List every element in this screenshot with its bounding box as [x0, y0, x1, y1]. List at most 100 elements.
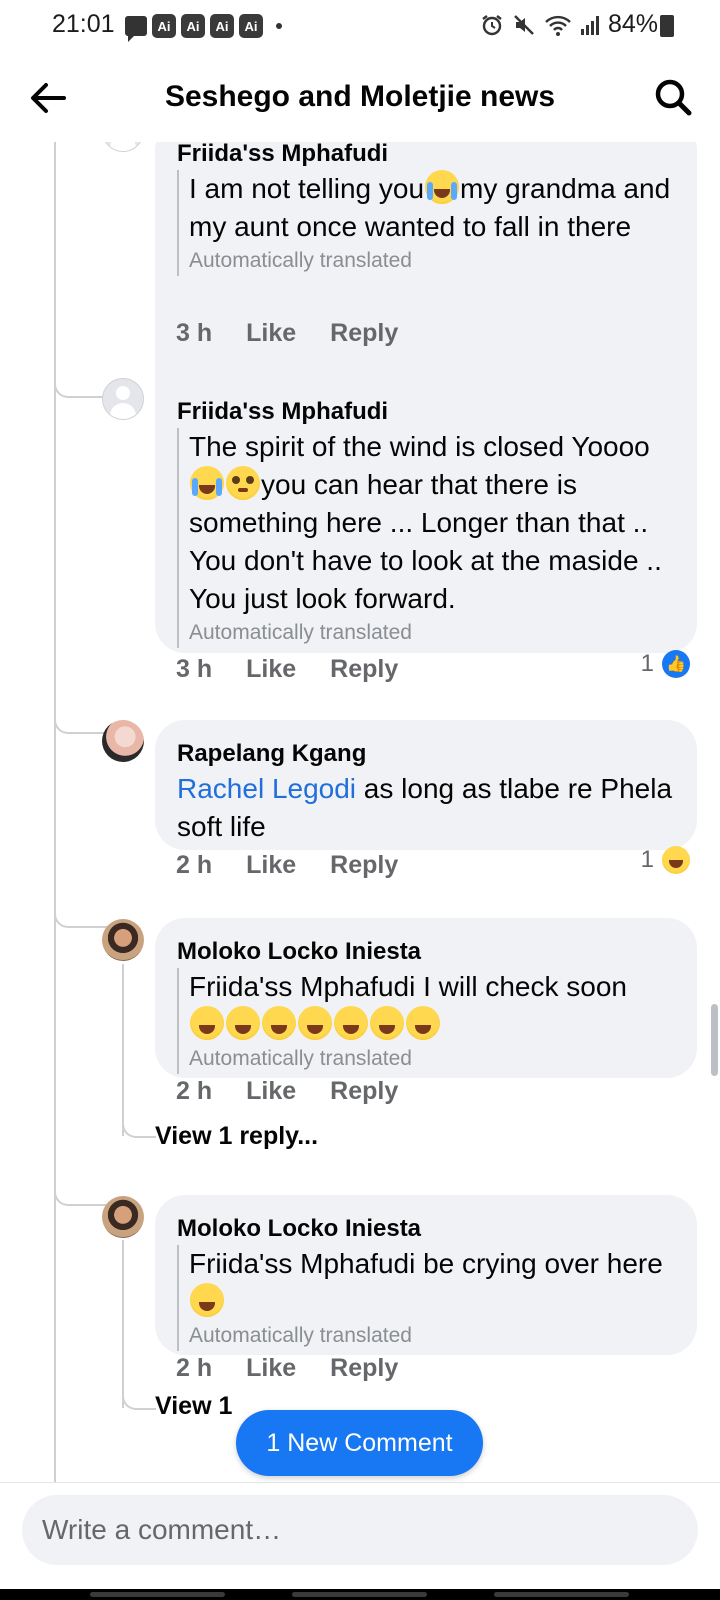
view-replies-link[interactable]: View 1 reply...	[155, 1122, 318, 1151]
page-title: Seshego and Moletjie news	[164, 80, 556, 113]
comment-bubble[interactable]: Rapelang Kgang Rachel Legodi as long as …	[155, 720, 697, 850]
rofl-emoji-icon	[190, 1283, 224, 1317]
status-time: 21:01	[52, 10, 115, 38]
comment-actions: 2 h Like Reply	[176, 848, 398, 882]
comment-text: The spirit of the wind is closed Yoooo yo…	[189, 428, 675, 618]
system-icons: 84%	[480, 10, 658, 39]
comment-text-part: Friida'ss Mphafudi be crying over here	[189, 1248, 663, 1279]
scrollbar-thumb[interactable]	[711, 1004, 718, 1076]
like-button[interactable]: Like	[246, 319, 296, 348]
comment-composer-bar	[0, 1482, 720, 1589]
comment-actions: 3 h Like Reply	[176, 652, 398, 686]
comment-author[interactable]: Friida'ss Mphafudi	[177, 142, 675, 170]
search-icon[interactable]	[652, 76, 694, 118]
laughing-emoji-icon	[406, 1006, 440, 1040]
comment-time[interactable]: 2 h	[176, 1354, 212, 1383]
recents-button[interactable]	[90, 1592, 225, 1597]
status-bar: 21:01 Ai Ai Ai Ai 84%	[0, 0, 720, 52]
battery-icon	[660, 15, 674, 37]
laughing-emoji-icon	[226, 1006, 260, 1040]
loudly-crying-emoji-icon	[190, 466, 224, 500]
thread-line	[54, 142, 56, 1482]
avatar[interactable]	[102, 142, 144, 152]
comment-bubble[interactable]: Moloko Locko Iniesta Friida'ss Mphafudi …	[155, 1195, 697, 1355]
comment-input[interactable]	[22, 1495, 698, 1565]
reply-thread-line	[122, 1240, 124, 1408]
laughing-emoji-icon	[334, 1006, 368, 1040]
translated-block: The spirit of the wind is closed Yoooo yo…	[177, 428, 675, 648]
comment-text: Rachel Legodi as long as tlabe re Phela …	[177, 770, 675, 846]
laughing-emoji-icon	[370, 1006, 404, 1040]
back-button[interactable]	[494, 1592, 629, 1597]
like-button[interactable]: Like	[246, 655, 296, 684]
auto-translated-label: Automatically translated	[189, 1324, 412, 1347]
comment-author[interactable]: Friida'ss Mphafudi	[177, 396, 675, 428]
auto-translated-label: Automatically translated	[189, 621, 412, 644]
comment-text-part: you can hear that there is something her…	[189, 469, 662, 614]
reply-button[interactable]: Reply	[330, 1354, 398, 1383]
reaction-count: 1	[640, 846, 654, 873]
comment-text: Friida'ss Mphafudi I will check soon	[189, 968, 675, 1044]
reply-button[interactable]: Reply	[330, 655, 398, 684]
comment-actions: 2 h Like Reply	[176, 1351, 398, 1385]
pleading-face-emoji-icon	[226, 466, 260, 500]
reply-button[interactable]: Reply	[330, 1077, 398, 1106]
like-button[interactable]: Like	[246, 851, 296, 880]
avatar[interactable]	[102, 1196, 144, 1238]
comment-text-part: The spirit of the wind is closed Yoooo	[189, 431, 650, 462]
haha-icon	[662, 846, 690, 874]
comment-time[interactable]: 2 h	[176, 851, 212, 880]
reaction-summary[interactable]: 1 👍	[641, 650, 690, 678]
mute-icon	[514, 14, 534, 35]
avatar[interactable]	[102, 720, 144, 762]
auto-translated-label: Automatically translated	[189, 1047, 412, 1070]
translated-block: I am not telling you my grandma and my au…	[177, 170, 675, 276]
reply-button[interactable]: Reply	[330, 319, 398, 348]
like-button[interactable]: Like	[246, 1354, 296, 1383]
view-replies-link[interactable]: View 1	[155, 1392, 232, 1421]
notification-icons: Ai Ai Ai Ai	[125, 13, 282, 42]
comment-actions: 2 h Like Reply	[176, 1074, 398, 1108]
comment-bubble[interactable]: Moloko Locko Iniesta Friida'ss Mphafudi …	[155, 918, 697, 1078]
more-notifications-dot	[276, 23, 282, 29]
comment-time[interactable]: 3 h	[176, 319, 212, 348]
app-bar: Seshego and Moletjie news	[0, 52, 720, 142]
reaction-count: 1	[640, 650, 654, 677]
translated-block: Friida'ss Mphafudi be crying over here A…	[177, 1245, 675, 1351]
ai-icon: Ai	[152, 14, 176, 38]
translated-block: Friida'ss Mphafudi I will check soon Aut…	[177, 968, 675, 1074]
comment-text: I am not telling you my grandma and my au…	[189, 170, 675, 246]
signal-icon	[580, 15, 599, 35]
avatar[interactable]	[102, 919, 144, 961]
auto-translated-label: Automatically translated	[189, 249, 412, 272]
comment-time[interactable]: 2 h	[176, 1077, 212, 1106]
comment-text-part: Friida'ss Mphafudi I will check soon	[189, 971, 627, 1002]
wifi-icon	[545, 15, 571, 36]
ai-icon: Ai	[239, 14, 263, 38]
comment-time[interactable]: 3 h	[176, 655, 212, 684]
thread-connector	[122, 1118, 156, 1138]
new-comment-button[interactable]: 1 New Comment	[236, 1410, 483, 1476]
thread-connector	[122, 1390, 156, 1410]
comment-author[interactable]: Moloko Locko Iniesta	[177, 1213, 675, 1245]
rofl-emoji-icon	[190, 1006, 224, 1040]
like-button[interactable]: Like	[246, 1077, 296, 1106]
reply-button[interactable]: Reply	[330, 851, 398, 880]
comment-author[interactable]: Moloko Locko Iniesta	[177, 936, 675, 968]
avatar[interactable]	[102, 378, 144, 420]
message-icon	[125, 16, 147, 42]
laughing-emoji-icon	[262, 1006, 296, 1040]
reaction-summary[interactable]: 1	[641, 846, 690, 874]
alarm-icon	[482, 14, 502, 35]
home-button[interactable]	[292, 1592, 427, 1597]
mention-link[interactable]: Rachel Legodi	[177, 773, 356, 804]
comment-thread[interactable]: Friida'ss Mphafudi I am not telling you m…	[0, 142, 720, 1482]
ai-icon: Ai	[181, 14, 205, 38]
comment-author[interactable]: Rapelang Kgang	[177, 738, 675, 770]
system-nav-bar	[0, 1588, 720, 1600]
battery-percent: 84%	[607, 10, 658, 38]
ai-icon: Ai	[210, 14, 234, 38]
comment-text-part: I am not telling you	[189, 173, 425, 204]
comment-bubble[interactable]: Friida'ss Mphafudi The spirit of the win…	[155, 378, 697, 653]
loudly-crying-emoji-icon	[425, 170, 460, 204]
